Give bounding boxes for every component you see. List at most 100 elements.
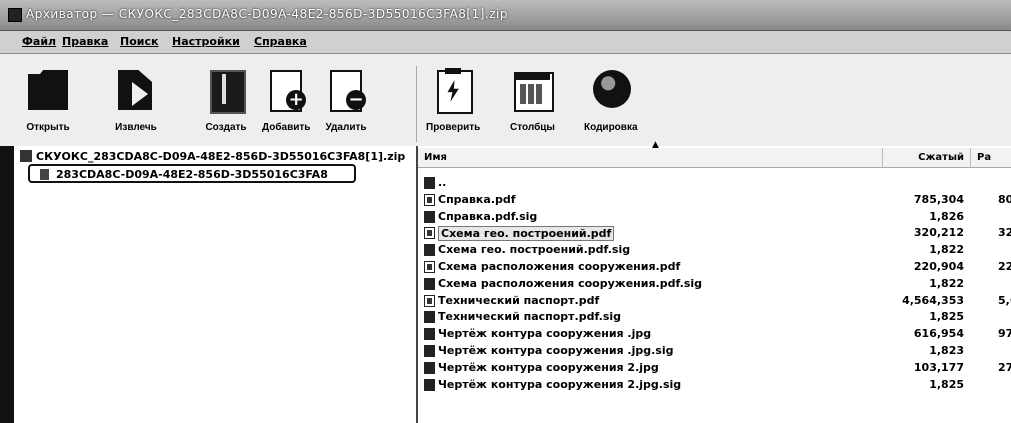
tree-item-folder[interactable]: 283CDA8C-D09A-48E2-856D-3D55016C3FA8 — [28, 164, 356, 183]
globe-icon — [589, 68, 633, 112]
compressed-size: 220,904 — [913, 260, 964, 273]
test-icon — [431, 68, 475, 114]
add-label: Добавить — [262, 122, 311, 133]
folder-tree-panel[interactable] — [0, 146, 418, 423]
menu-settings[interactable]: Настройки — [172, 35, 240, 48]
image-file-icon — [424, 328, 435, 341]
compressed-size: 1,825 — [929, 310, 964, 324]
original-size: 97 — [998, 327, 1011, 341]
menu-search[interactable]: Поиск — [120, 35, 158, 48]
file-row[interactable]: Чертёж контура сооружения 2.jpg 103,177 27 — [424, 360, 1011, 376]
file-name: Схема расположения сооружения.pdf — [438, 260, 681, 273]
file-name: Чертёж контура сооружения .jpg — [438, 327, 652, 341]
file-name: Справка.pdf.sig — [438, 209, 538, 223]
original-size: 22 — [998, 260, 1011, 273]
column-header-compressed[interactable]: Сжатый — [883, 148, 971, 168]
file-name: Схема гео. построений.pdf — [438, 226, 615, 242]
columns-icon — [510, 68, 555, 112]
pdf-file-icon — [424, 227, 435, 240]
folder-icon — [40, 169, 49, 180]
encoding-button[interactable]: Кодировка — [584, 68, 638, 144]
menu-file[interactable]: Файл — [22, 35, 56, 48]
create-label: Создать — [205, 122, 247, 133]
delete-label: Удалить — [325, 122, 367, 133]
file-row[interactable]: Схема расположения сооружения.pdf.sig 1,8… — [424, 276, 1011, 292]
extract-icon — [114, 68, 158, 112]
file-row[interactable]: Технический паспорт.pdf 4,564,353 5,60 — [424, 293, 1011, 309]
compressed-size: 1,826 — [929, 209, 964, 223]
file-row[interactable]: Справка.pdf.sig 1,826 — [424, 209, 1011, 225]
toolbar: Открыть ▼ Извлечь ▼ Создать + Добавить −… — [0, 54, 1011, 168]
file-row[interactable]: .. — [424, 175, 1011, 191]
file-row[interactable]: Схема расположения сооружения.pdf 220,904… — [424, 259, 1011, 275]
file-row[interactable]: Чертёж контура сооружения 2.jpg.sig 1,825 — [424, 377, 1011, 393]
signature-file-icon — [424, 345, 435, 357]
file-row[interactable]: Технический паспорт.pdf.sig 1,825 — [424, 309, 1011, 325]
file-name: Чертёж контура сооружения 2.jpg — [438, 360, 659, 374]
pdf-file-icon — [424, 261, 435, 273]
create-button[interactable]: Создать — [204, 68, 248, 144]
menu-edit[interactable]: Правка — [62, 35, 108, 48]
parent-folder-icon — [424, 177, 435, 189]
delete-file-icon: − — [324, 68, 368, 112]
signature-file-icon — [424, 378, 435, 391]
compressed-size: 616,954 — [913, 327, 964, 341]
column-header-name[interactable]: Имя — [418, 148, 883, 168]
extract-button[interactable]: Извлечь — [114, 68, 158, 144]
folder-icon — [26, 68, 70, 112]
add-file-icon: + — [264, 68, 308, 112]
test-button[interactable]: Проверить — [426, 68, 480, 144]
compressed-size: 1,823 — [929, 344, 964, 357]
zip-archive-icon — [20, 150, 32, 162]
open-label: Открыть — [26, 122, 70, 133]
pdf-file-icon — [424, 193, 435, 206]
compressed-size: 103,177 — [913, 360, 964, 374]
compressed-size: 1,822 — [929, 276, 964, 290]
columns-button[interactable]: Столбцы — [510, 68, 555, 144]
signature-file-icon — [424, 244, 435, 257]
archive-icon — [204, 68, 248, 114]
tree-root-label: СКУОКС_283CDA8C-D09A-48E2-856D-3D55016C3… — [36, 150, 406, 163]
file-row[interactable]: Справка.pdf 785,304 80 — [424, 192, 1011, 208]
compressed-size: 320,212 — [913, 226, 964, 240]
signature-file-icon — [424, 210, 435, 223]
file-name: .. — [438, 176, 447, 189]
signature-file-icon — [424, 311, 435, 324]
file-name: Схема расположения сооружения.pdf.sig — [438, 276, 703, 290]
file-name: Технический паспорт.pdf.sig — [438, 310, 622, 324]
file-row[interactable]: Схема гео. построений.pdf 320,212 32 — [424, 225, 1011, 242]
columns-label: Столбцы — [510, 122, 555, 133]
test-label: Проверить — [426, 122, 481, 133]
app-icon — [8, 8, 22, 22]
window-title: Архиватор — СКУОКС_283CDA8C-D09A-48E2-85… — [26, 7, 508, 21]
compressed-size: 4,564,353 — [902, 293, 964, 307]
file-name: Справка.pdf — [438, 192, 516, 206]
open-button[interactable]: Открыть — [26, 68, 70, 144]
tree-child-label: 283CDA8C-D09A-48E2-856D-3D55016C3FA8 — [56, 168, 328, 181]
menu-help[interactable]: Справка — [254, 35, 307, 48]
file-name: Схема гео. построений.pdf.sig — [438, 243, 631, 257]
panel-border — [0, 146, 14, 423]
tree-root-archive[interactable]: СКУОКС_283CDA8C-D09A-48E2-856D-3D55016C3… — [20, 150, 405, 163]
compressed-size: 785,304 — [913, 192, 964, 206]
toolbar-separator — [416, 66, 417, 142]
original-size: 80 — [998, 192, 1011, 206]
delete-button[interactable]: − Удалить — [324, 68, 368, 144]
compressed-size: 1,825 — [929, 377, 964, 391]
file-name: Чертёж контура сооружения 2.jpg.sig — [438, 377, 682, 391]
original-size: 5,60 — [998, 293, 1011, 307]
encoding-label: Кодировка — [584, 122, 638, 133]
file-row[interactable]: Чертёж контура сооружения .jpg.sig 1,823 — [424, 343, 1011, 359]
file-name: Чертёж контура сооружения .jpg.sig — [438, 344, 674, 357]
file-row[interactable]: Схема гео. построений.pdf.sig 1,822 — [424, 242, 1011, 258]
compressed-size: 1,822 — [929, 243, 964, 257]
column-header-original[interactable]: Ра — [971, 148, 1011, 168]
extract-label: Извлечь — [115, 122, 157, 133]
menu-bar: Файл Правка Поиск Настройки Справка — [0, 31, 1011, 54]
original-size: 27 — [998, 360, 1011, 374]
file-row[interactable]: Чертёж контура сооружения .jpg 616,954 97 — [424, 326, 1011, 342]
add-button[interactable]: + Добавить — [262, 68, 310, 144]
file-name: Технический паспорт.pdf — [438, 293, 600, 307]
image-file-icon — [424, 361, 435, 374]
pdf-file-icon — [424, 294, 435, 307]
